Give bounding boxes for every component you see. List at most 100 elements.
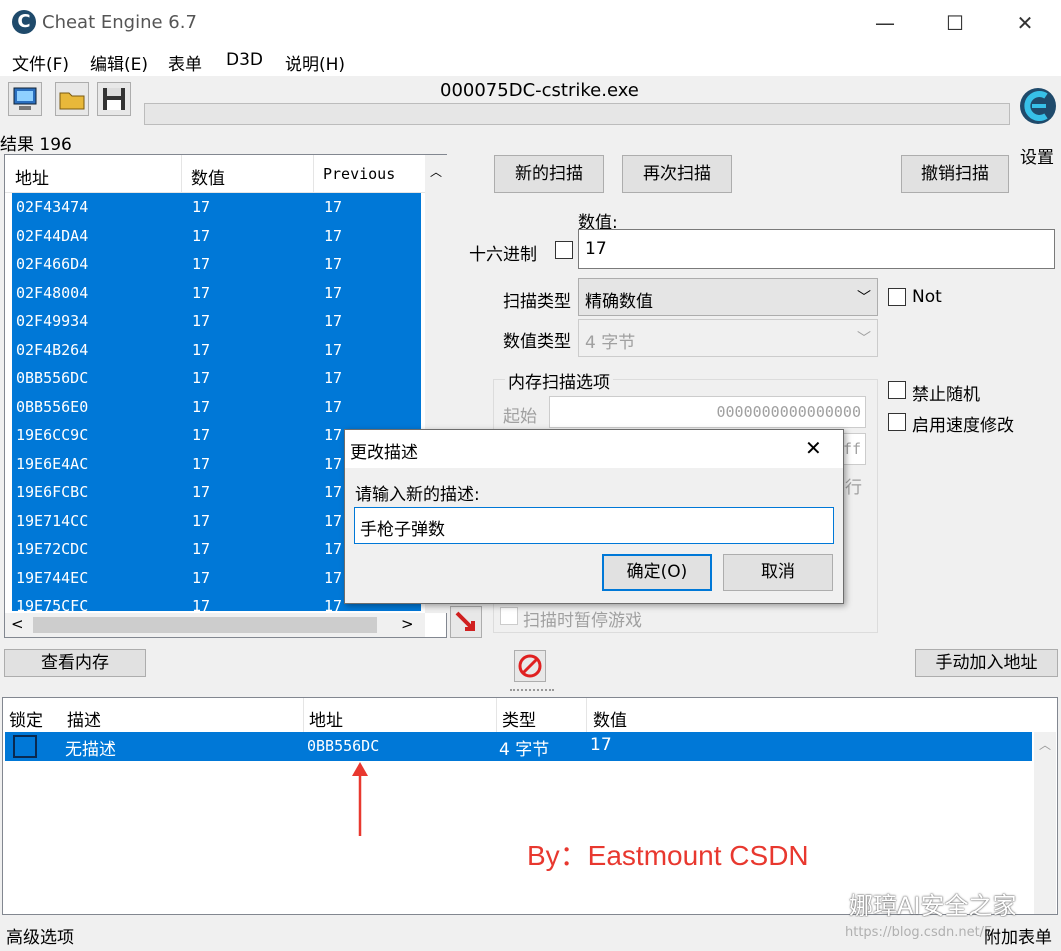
result-row[interactable]: 02F4B264 17 17 bbox=[12, 336, 421, 365]
result-row[interactable]: 02F44DA4 17 17 bbox=[12, 222, 421, 251]
result-row[interactable]: 0BB556DC 17 17 bbox=[12, 364, 421, 393]
result-value: 17 bbox=[192, 511, 211, 530]
open-file-button[interactable] bbox=[55, 82, 89, 116]
result-value: 17 bbox=[192, 540, 211, 558]
result-row[interactable]: 02F466D4 17 17 bbox=[12, 250, 421, 279]
result-previous: 17 bbox=[324, 540, 343, 558]
result-previous: 17 bbox=[324, 426, 343, 444]
result-previous: 17 bbox=[324, 597, 343, 611]
cheat-engine-logo-icon bbox=[1020, 88, 1056, 124]
value-type-select[interactable]: 4 字节 ﹀ bbox=[578, 319, 878, 357]
stop-scan-icon[interactable] bbox=[514, 650, 546, 682]
result-address: 02F466D4 bbox=[16, 255, 89, 273]
result-address: 19E6E4AC bbox=[16, 454, 89, 473]
annotation-text: By：Eastmount CSDN bbox=[527, 840, 809, 871]
start-address-input[interactable]: 0000000000000000 bbox=[549, 396, 866, 428]
hex-checkbox[interactable] bbox=[555, 241, 573, 259]
horizontal-scrollbar[interactable]: < > bbox=[5, 613, 425, 637]
description-input[interactable]: 手枪子弹数 bbox=[354, 507, 834, 544]
menu-table[interactable]: 表单 bbox=[168, 50, 202, 75]
ok-button[interactable]: 确定(O) bbox=[602, 554, 712, 591]
address-row-value: 17 bbox=[590, 735, 612, 755]
result-address: 02F48004 bbox=[16, 283, 89, 302]
menu-file[interactable]: 文件(F) bbox=[12, 50, 69, 75]
maximize-button[interactable]: ☐ bbox=[935, 8, 975, 38]
result-address: 19E75CFC bbox=[16, 597, 89, 611]
scroll-thumb[interactable] bbox=[33, 617, 377, 633]
lock-checkbox[interactable] bbox=[13, 735, 37, 758]
dialog-close-icon[interactable]: ✕ bbox=[805, 436, 822, 460]
header-previous[interactable]: Previous bbox=[323, 165, 395, 183]
header-value[interactable]: 数值 bbox=[593, 706, 627, 731]
scan-type-label: 扫描类型 bbox=[503, 292, 571, 312]
table-extras-button[interactable]: 附加表单 bbox=[984, 923, 1052, 948]
header-value[interactable]: 数值 bbox=[191, 164, 225, 189]
scan-type-select[interactable]: 精确数值 ﹀ bbox=[578, 278, 878, 316]
result-row[interactable]: 0BB556E0 17 17 bbox=[12, 393, 421, 422]
result-previous: 17 bbox=[324, 255, 343, 273]
view-memory-button[interactable]: 查看内存 bbox=[4, 649, 146, 677]
title-bar: C Cheat Engine 6.7 — ☐ ✕ bbox=[0, 0, 1061, 46]
result-previous: 17 bbox=[324, 312, 343, 330]
add-address-manually-button[interactable]: 手动加入地址 bbox=[915, 649, 1058, 677]
result-previous: 17 bbox=[324, 483, 343, 501]
change-description-dialog: 更改描述 ✕ 请输入新的描述: 手枪子弹数 确定(O) 取消 bbox=[344, 429, 844, 604]
copy-to-list-arrow-icon[interactable] bbox=[450, 606, 482, 638]
value-input[interactable]: 17 bbox=[578, 229, 1055, 269]
open-process-button[interactable] bbox=[8, 82, 42, 116]
header-address[interactable]: 地址 bbox=[15, 164, 49, 189]
scroll-up-icon[interactable]: ︿ bbox=[1034, 732, 1056, 753]
disable-random-checkbox[interactable] bbox=[888, 381, 906, 399]
scroll-up-icon[interactable]: ︿ bbox=[425, 155, 447, 180]
menu-help[interactable]: 说明(H) bbox=[285, 50, 345, 75]
pause-game-checkbox[interactable] bbox=[500, 607, 518, 625]
result-previous: 17 bbox=[324, 454, 343, 473]
result-value: 17 bbox=[192, 568, 211, 587]
new-scan-button[interactable]: 新的扫描 bbox=[494, 155, 604, 193]
splitter-handle[interactable] bbox=[510, 689, 554, 693]
footer: 高级选项 https://blog.csdn.net/E 附加表单 bbox=[0, 917, 1061, 951]
header-type[interactable]: 类型 bbox=[502, 706, 536, 731]
watermark-url: https://blog.csdn.net/E bbox=[845, 925, 993, 940]
next-scan-button[interactable]: 再次扫描 bbox=[622, 155, 732, 193]
result-address: 02F44DA4 bbox=[16, 226, 89, 245]
result-row[interactable]: 02F43474 17 17 bbox=[12, 193, 421, 222]
result-row[interactable]: 02F49934 17 17 bbox=[12, 307, 421, 336]
cheat-engine-settings-icon[interactable] bbox=[1018, 82, 1058, 138]
value-type-label: 数值类型 bbox=[503, 332, 571, 352]
result-address: 02F4B264 bbox=[16, 340, 89, 359]
settings-label[interactable]: 设置 bbox=[1020, 143, 1054, 168]
address-list: 锁定 描述 地址 类型 数值 无描述 0BB556DC 4 字节 17 ︿ By… bbox=[2, 697, 1058, 920]
disable-random-label: 禁止随机 bbox=[912, 385, 980, 405]
speedhack-checkbox[interactable] bbox=[888, 413, 906, 431]
close-button[interactable]: ✕ bbox=[1005, 8, 1045, 38]
dialog-prompt: 请输入新的描述: bbox=[355, 485, 480, 505]
dialog-title-bar: 更改描述 ✕ bbox=[345, 430, 843, 468]
scroll-left-icon[interactable]: < bbox=[11, 615, 24, 633]
address-list-scrollbar[interactable]: ︿ bbox=[1034, 732, 1056, 914]
result-value: 17 bbox=[192, 226, 211, 245]
header-description[interactable]: 描述 bbox=[67, 706, 101, 731]
result-address: 0BB556DC bbox=[16, 369, 89, 387]
watermark-text: 娜璋AI安全之家 bbox=[849, 892, 1017, 920]
save-button[interactable] bbox=[97, 82, 131, 116]
advanced-options-button[interactable]: 高级选项 bbox=[6, 923, 74, 948]
address-row[interactable]: 无描述 0BB556DC 4 字节 17 bbox=[5, 732, 1032, 761]
result-value: 17 bbox=[192, 369, 211, 387]
address-row-address: 0BB556DC bbox=[307, 737, 380, 755]
result-address: 19E72CDC bbox=[16, 540, 89, 558]
minimize-button[interactable]: — bbox=[865, 8, 905, 38]
address-row-description: 无描述 bbox=[65, 740, 116, 760]
header-lock[interactable]: 锁定 bbox=[9, 706, 43, 731]
result-address: 19E744EC bbox=[16, 568, 89, 587]
result-row[interactable]: 02F48004 17 17 bbox=[12, 279, 421, 308]
cancel-button[interactable]: 取消 bbox=[723, 554, 833, 591]
header-address[interactable]: 地址 bbox=[309, 706, 343, 731]
not-checkbox[interactable] bbox=[888, 288, 906, 306]
result-address: 02F43474 bbox=[16, 198, 89, 216]
undo-scan-button[interactable]: 撤销扫描 bbox=[901, 155, 1009, 193]
scroll-right-icon[interactable]: > bbox=[401, 615, 414, 633]
menu-d3d[interactable]: D3D bbox=[226, 50, 263, 70]
not-label: Not bbox=[912, 287, 942, 307]
menu-edit[interactable]: 编辑(E) bbox=[90, 50, 148, 75]
